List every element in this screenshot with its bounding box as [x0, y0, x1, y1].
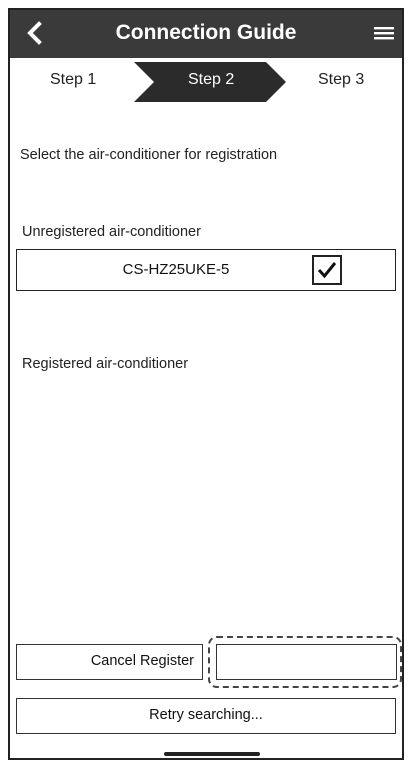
hamburger-menu-icon [374, 27, 394, 40]
checkmark-icon [317, 262, 337, 279]
unregistered-ac-item[interactable]: CS-HZ25UKE-5 [16, 249, 396, 291]
page-title: Connection Guide [115, 21, 297, 44]
step-3-label: Step 3 [318, 71, 365, 88]
empty-action-button[interactable] [216, 644, 397, 680]
app-screen: Connection Guide Step 1 Step 2 Step 3 Se… [8, 8, 404, 760]
step-indicator: Step 1 Step 2 Step 3 [10, 62, 402, 102]
instruction-text: Select the air-conditioner for registrat… [20, 147, 278, 163]
ac-model-name: CS-HZ25UKE-5 [122, 261, 230, 278]
menu-button[interactable] [372, 22, 396, 44]
step-1-label: Step 1 [50, 71, 97, 88]
registered-heading: Registered air-conditioner [22, 356, 189, 372]
ac-select-checkbox[interactable] [312, 255, 342, 285]
cancel-register-button[interactable]: Cancel Register [16, 644, 203, 680]
home-indicator [164, 752, 260, 756]
retry-searching-button[interactable]: Retry searching... [16, 698, 396, 734]
unregistered-heading: Unregistered air-conditioner [22, 224, 201, 240]
step-2-label: Step 2 [188, 71, 235, 88]
app-header: Connection Guide [10, 10, 402, 58]
